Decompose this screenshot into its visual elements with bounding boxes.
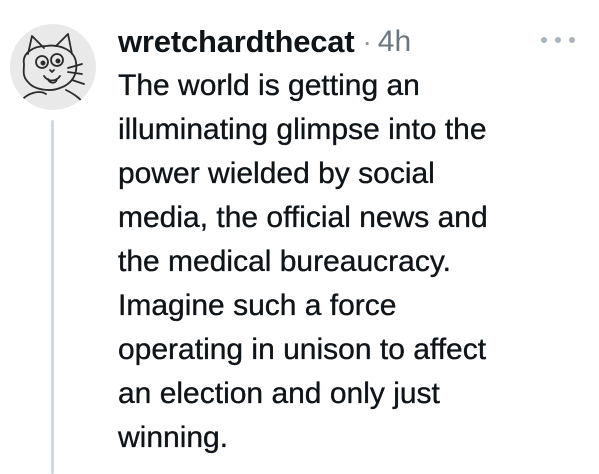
post-left-column: [0, 0, 110, 474]
post-header: wretchardthecat · 4h: [118, 22, 411, 62]
post-body-line: illuminating glimpse into the: [118, 113, 487, 146]
post-body-line: an election and only just: [118, 377, 440, 410]
more-dot: [569, 37, 575, 43]
post-body-line: The world is getting an: [118, 69, 420, 102]
post: wretchardthecat · 4h The world is gettin…: [0, 0, 599, 474]
more-dot: [555, 37, 561, 43]
avatar[interactable]: [10, 24, 96, 110]
more-horizontal-icon[interactable]: [541, 30, 575, 50]
post-body-line: media, the official news and: [118, 201, 488, 234]
username[interactable]: wretchardthecat: [118, 24, 355, 60]
post-body-line: Imagine such a force: [118, 289, 397, 322]
separator-dot: ·: [362, 26, 372, 57]
more-dot: [541, 37, 547, 43]
post-body-line: operating in unison to affect: [118, 333, 487, 366]
post-body: The world is getting an illuminating gli…: [118, 64, 578, 460]
cartoon-cat-avatar-icon: [19, 33, 87, 107]
post-body-line: the medical bureaucracy.: [118, 245, 451, 278]
timestamp[interactable]: 4h: [378, 25, 411, 59]
thread-line: [51, 120, 54, 474]
post-body-line: winning.: [118, 421, 229, 454]
post-body-line: power wielded by social: [118, 157, 435, 190]
